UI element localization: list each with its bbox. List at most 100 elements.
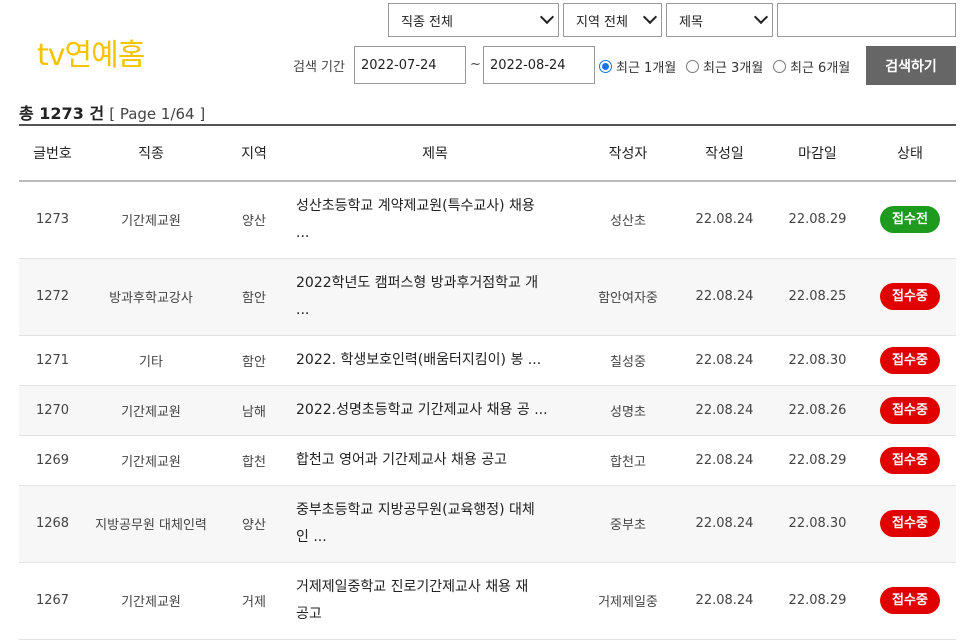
post-date: 22.08.24 — [678, 258, 771, 336]
status-cell: 접수중 — [864, 562, 956, 640]
radio-6month-label: 최근 6개월 — [790, 61, 851, 76]
status-badge: 접수중 — [880, 346, 940, 374]
region-select-value: 지역 전체 — [576, 14, 628, 30]
region: 양산 — [216, 485, 292, 563]
date-to-value: 2022-08-24 — [490, 57, 566, 73]
deadline: 22.08.25 — [771, 258, 864, 336]
region: 양산 — [216, 181, 292, 259]
post-title-link[interactable]: 2022. 학생보호인력(배움터지킴이) 봉 ... — [292, 335, 578, 386]
field-select-value: 제목 — [679, 14, 703, 30]
page-indicator: [ Page 1/64 ] — [109, 105, 206, 123]
deadline: 22.08.30 — [771, 335, 864, 386]
author: 칠성중 — [578, 335, 678, 386]
post-title-line1: 합천고 영어과 기간제교사 채용 공고 — [296, 451, 507, 468]
table-row[interactable]: 1269 기간제교원 합천 합천고 영어과 기간제교사 채용 공고 합천고 22.08.2… — [19, 435, 956, 486]
region-select[interactable]: 지역 전체 — [563, 3, 662, 37]
column-header: 마감일 — [798, 146, 837, 162]
post-title-line1: 2022.성명초등학교 기간제교사 채용 공 ... — [296, 401, 548, 418]
job-posting-table: 글번호 직종 지역 제목 작성자 작성일 마감일 상태 1273 기간제교원 양산 성… — [19, 124, 956, 640]
post-date: 22.08.24 — [678, 435, 771, 486]
job-type: 기간제교원 — [86, 385, 216, 436]
post-title-line2: ... — [296, 224, 310, 241]
status-badge: 접수중 — [880, 510, 940, 537]
post-title-line1: 중부초등학교 지방공무원(교육행정) 대체 — [296, 501, 535, 518]
post-title-link[interactable]: 거제제일중학교 진로기간제교사 채용 재공고 — [292, 562, 578, 640]
radio-selected-icon — [599, 60, 612, 73]
deadline: 22.08.30 — [771, 485, 864, 563]
author: 성명초 — [578, 385, 678, 436]
author: 성산초 — [578, 181, 678, 259]
post-title-link[interactable]: 2022.성명초등학교 기간제교사 채용 공 ... — [292, 385, 578, 436]
radio-6month[interactable]: 최근 6개월 — [773, 57, 850, 76]
radio-unselected-icon — [686, 60, 699, 73]
table-row[interactable]: 1271 기타 함안 2022. 학생보호인력(배움터지킴이) 봉 ... 칠성중 22.… — [19, 335, 956, 386]
author: 중부초 — [578, 485, 678, 563]
date-from-input[interactable]: 2022-07-24 — [354, 46, 466, 84]
post-number: 1273 — [19, 181, 86, 259]
column-header: 직종 — [138, 146, 164, 162]
post-date: 22.08.24 — [678, 485, 771, 563]
post-title-line1: 거제제일중학교 진로기간제교사 채용 재 — [296, 578, 529, 595]
search-button[interactable]: 검색하기 — [866, 46, 956, 85]
post-number: 1270 — [19, 385, 86, 436]
post-date: 22.08.24 — [678, 385, 771, 436]
author: 합천고 — [578, 435, 678, 486]
total-count: 총 1273 건 — [19, 104, 105, 123]
job-type: 기간제교원 — [86, 435, 216, 486]
date-separator: ~ — [470, 57, 481, 72]
post-title-line1: 성산초등학교 계약제교원(특수교사) 채용 — [296, 197, 535, 214]
status-badge: 접수중 — [880, 396, 940, 424]
post-title-link[interactable]: 중부초등학교 지방공무원(교육행정) 대체인 ... — [292, 485, 578, 563]
job-type: 방과후학교강사 — [86, 258, 216, 336]
table-row[interactable]: 1268 지방공무원 대체인력 양산 중부초등학교 지방공무원(교육행정) 대체 인 .… — [19, 485, 956, 563]
post-title-link[interactable]: 성산초등학교 계약제교원(특수교사) 채용... — [292, 181, 578, 259]
deadline: 22.08.29 — [771, 562, 864, 640]
column-header: 작성일 — [705, 146, 744, 162]
status-cell: 접수중 — [864, 435, 956, 486]
status-cell: 접수중 — [864, 258, 956, 336]
date-to-input[interactable]: 2022-08-24 — [483, 46, 595, 84]
table-row[interactable]: 1270 기간제교원 남해 2022.성명초등학교 기간제교사 채용 공 ... 성명초… — [19, 385, 956, 436]
region: 함안 — [216, 258, 292, 336]
table-row[interactable]: 1267 기간제교원 거제 거제제일중학교 진로기간제교사 채용 재 공고 거제제일중 22… — [19, 562, 956, 640]
site-logo[interactable]: tv연예홈 — [37, 30, 145, 74]
chevron-down-icon — [642, 9, 658, 25]
field-select[interactable]: 제목 — [666, 3, 773, 37]
post-title-line2: 공고 — [296, 605, 322, 622]
post-date: 22.08.24 — [678, 562, 771, 640]
status-badge: 접수중 — [880, 283, 940, 310]
region: 남해 — [216, 385, 292, 436]
radio-1month-label: 최근 1개월 — [616, 61, 677, 76]
chevron-down-icon — [753, 9, 769, 25]
column-header: 제목 — [422, 146, 448, 162]
post-date: 22.08.24 — [678, 181, 771, 259]
table-row[interactable]: 1273 기간제교원 양산 성산초등학교 계약제교원(특수교사) 채용... 성산초 22… — [19, 181, 956, 259]
deadline: 22.08.29 — [771, 181, 864, 259]
job-type: 기간제교원 — [86, 562, 216, 640]
region: 합천 — [216, 435, 292, 486]
status-cell: 접수중 — [864, 485, 956, 563]
radio-1month[interactable]: 최근 1개월 — [599, 57, 676, 76]
radio-3month-label: 최근 3개월 — [703, 61, 764, 76]
column-header: 글번호 — [33, 146, 72, 162]
region: 거제 — [216, 562, 292, 640]
post-title-line2: ... — [296, 301, 310, 318]
post-title-line2: 인 ... — [296, 528, 327, 545]
column-header: 상태 — [897, 146, 923, 162]
radio-3month[interactable]: 최근 3개월 — [686, 57, 763, 76]
column-header: 작성자 — [608, 146, 648, 162]
radio-unselected-icon — [773, 60, 786, 73]
post-title-link[interactable]: 2022학년도 캠퍼스형 방과후거점학교 개... — [292, 258, 578, 336]
post-date: 22.08.24 — [678, 335, 771, 386]
post-title-link[interactable]: 합천고 영어과 기간제교사 채용 공고 — [292, 435, 578, 486]
category-select-value: 직종 전체 — [401, 14, 453, 30]
status-badge: 접수전 — [880, 206, 940, 234]
table-row[interactable]: 1272 방과후학교강사 함안 2022학년도 캠퍼스형 방과후거점학교 개... 함안… — [19, 258, 956, 336]
author: 함안여자중 — [578, 258, 678, 336]
region: 함안 — [216, 335, 292, 386]
keyword-input[interactable] — [777, 3, 956, 37]
post-number: 1268 — [19, 485, 86, 563]
category-select[interactable]: 직종 전체 — [388, 3, 559, 37]
post-title-line1: 2022학년도 캠퍼스형 방과후거점학교 개 — [296, 274, 539, 291]
post-number: 1272 — [19, 258, 86, 336]
